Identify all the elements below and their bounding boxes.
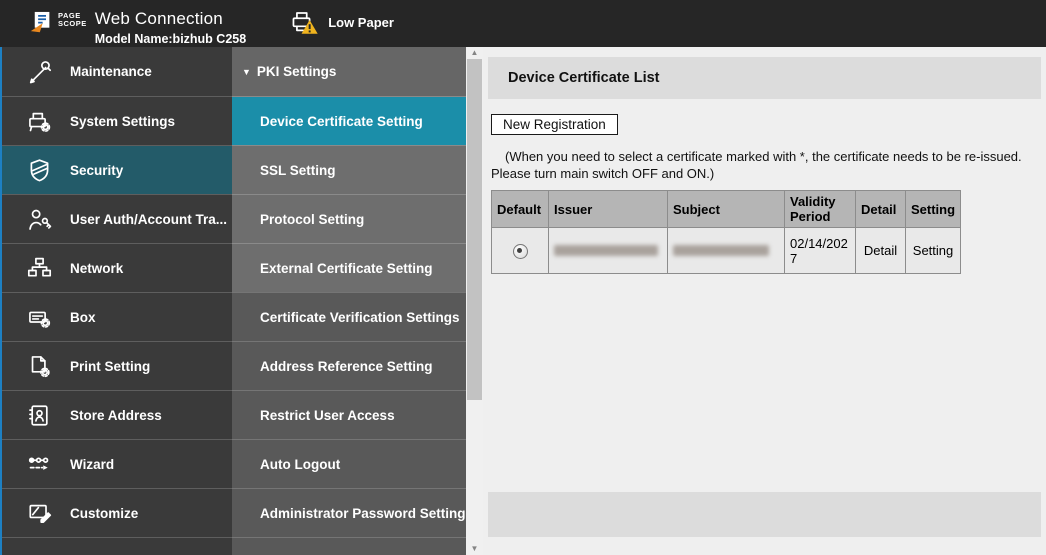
box-icon	[26, 304, 53, 331]
default-cell	[491, 227, 549, 275]
sidebar-item-store-address[interactable]: Store Address	[2, 390, 232, 439]
issuer-cell	[548, 227, 668, 275]
submenu-header-label: PKI Settings	[256, 64, 337, 79]
scrollbar-thumb[interactable]	[467, 59, 482, 400]
user-auth-key-icon	[26, 206, 53, 233]
col-header-detail: Detail	[855, 190, 906, 229]
system-settings-icon	[26, 108, 53, 135]
submenu-scrollbar[interactable]: ▲ ▼	[466, 47, 483, 555]
brand: PAGE SCOPE Web Connection Model Name:biz…	[0, 0, 246, 47]
col-header-issuer: Issuer	[548, 190, 668, 229]
sidebar: Maintenance System Settings Security Use…	[2, 47, 232, 555]
maintenance-icon	[26, 58, 53, 85]
submenu-item-ssl-setting[interactable]: SSL Setting	[232, 145, 466, 194]
page-title: Device Certificate List	[508, 70, 660, 86]
sidebar-item-maintenance[interactable]: Maintenance	[2, 47, 232, 96]
default-radio-button[interactable]	[512, 243, 528, 259]
device-status: Low Paper	[290, 0, 394, 36]
title-band: Device Certificate List	[488, 57, 1041, 99]
bottom-band	[488, 492, 1041, 537]
network-icon	[26, 255, 53, 282]
header-bar: PAGE SCOPE Web Connection Model Name:biz…	[0, 0, 1046, 47]
sidebar-item-wizard[interactable]: Wizard	[2, 439, 232, 488]
submenu-item-auto-logout[interactable]: Auto Logout	[232, 439, 466, 488]
sidebar-item-user-auth-account-tra[interactable]: User Auth/Account Tra...	[2, 194, 232, 243]
scroll-down-icon[interactable]: ▼	[466, 543, 483, 555]
submenu-item-protocol-setting[interactable]: Protocol Setting	[232, 194, 466, 243]
main-content: Device Certificate List New Registration…	[483, 47, 1046, 555]
col-header-subject: Subject	[667, 190, 785, 229]
col-header-default: Default	[491, 190, 549, 229]
app-title: Web Connection	[94, 9, 223, 28]
issuer-redacted-text	[554, 245, 658, 257]
validity-period-cell: 02/14/2027	[784, 227, 856, 275]
sidebar-item-system-settings[interactable]: System Settings	[2, 96, 232, 145]
sidebar-item-box[interactable]: Box	[2, 292, 232, 341]
submenu-panel: ▼ PKI Settings Device Certificate Settin…	[232, 47, 466, 555]
app-window: PAGE SCOPE Web Connection Model Name:biz…	[0, 0, 1046, 555]
submenu-item-restrict-user-access[interactable]: Restrict User Access	[232, 390, 466, 439]
collapse-triangle-icon: ▼	[242, 66, 251, 77]
print-setting-icon	[26, 353, 53, 380]
scroll-up-icon[interactable]: ▲	[466, 47, 483, 59]
certificate-table: Default Issuer Subject Validity Period D…	[491, 190, 962, 275]
sidebar-item-customize[interactable]: Customize	[2, 488, 232, 537]
submenu-item-address-reference-setting[interactable]: Address Reference Setting	[232, 341, 466, 390]
sidebar-item-network[interactable]: Network	[2, 243, 232, 292]
sidebar-partial-item	[2, 537, 232, 555]
store-address-icon	[26, 402, 53, 429]
note-line-1: (When you need to select a certificate m…	[505, 149, 1022, 164]
detail-button[interactable]: Detail	[855, 227, 906, 275]
pagescope-logo-icon	[28, 8, 55, 35]
sidebar-item-security[interactable]: Security	[2, 145, 232, 194]
col-header-setting: Setting	[904, 190, 962, 229]
table-header-row: Default Issuer Subject Validity Period D…	[491, 190, 962, 229]
security-shield-icon	[26, 157, 53, 184]
subject-cell	[667, 227, 785, 275]
low-paper-warning-icon	[290, 9, 320, 36]
logo-line2: SCOPE	[58, 19, 87, 28]
sidebar-item-print-setting[interactable]: Print Setting	[2, 341, 232, 390]
submenu-item-certificate-verification-settings[interactable]: Certificate Verification Settings	[232, 292, 466, 341]
content-area: New Registration (When you need to selec…	[488, 99, 1041, 492]
submenu-header-pki-settings[interactable]: ▼ PKI Settings	[232, 47, 466, 96]
submenu-item-device-certificate-setting[interactable]: Device Certificate Setting	[232, 96, 466, 145]
customize-icon	[26, 500, 53, 527]
setting-button[interactable]: Setting	[904, 227, 962, 275]
note-line-2: Please turn main switch OFF and ON.)	[491, 166, 715, 182]
model-name: Model Name:bizhub C258	[94, 32, 247, 46]
pagescope-wordmark: PAGE SCOPE	[58, 12, 87, 47]
certificate-note: (When you need to select a certificate m…	[491, 148, 1041, 182]
submenu-item-administrator-password-setting[interactable]: Administrator Password Setting	[232, 488, 466, 537]
status-label: Low Paper	[328, 15, 394, 30]
submenu-partial-item	[232, 537, 466, 555]
new-registration-button[interactable]: New Registration	[491, 114, 618, 135]
wizard-icon	[26, 451, 53, 478]
submenu-item-external-certificate-setting[interactable]: External Certificate Setting	[232, 243, 466, 292]
certificate-row: 02/14/2027 Detail Setting	[491, 227, 962, 275]
subject-redacted-text	[673, 245, 769, 257]
col-header-validity-period: Validity Period	[784, 190, 856, 229]
